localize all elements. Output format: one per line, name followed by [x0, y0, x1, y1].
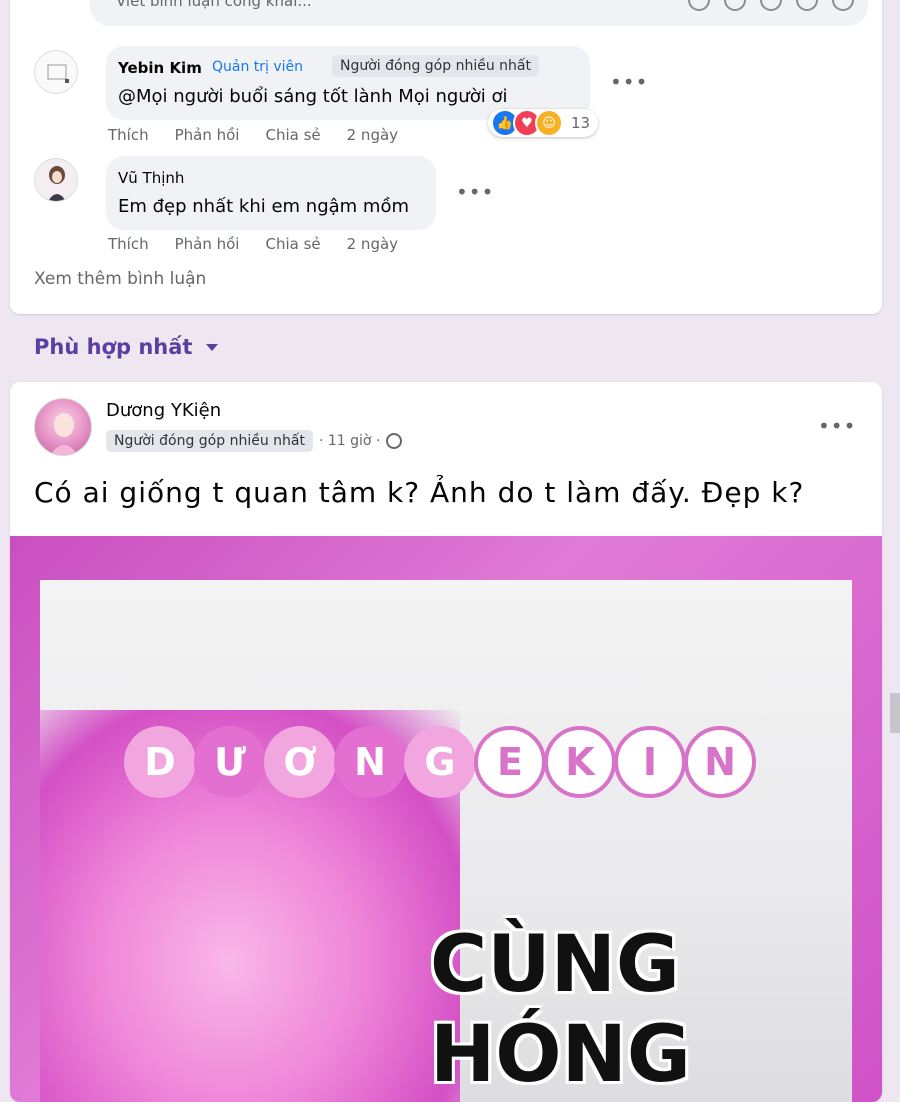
comment-text: Em đẹp nhất khi em ngậm mồm [118, 196, 409, 217]
post-meta: Người đóng góp nhiều nhất · 11 giờ · [106, 430, 403, 452]
title-letter: D [124, 726, 196, 798]
contributor-badge: Người đóng góp nhiều nhất [106, 430, 313, 452]
comment-composer[interactable]: Viết bình luận công khai... [90, 0, 868, 26]
image-big-title-line1: CÙNG [430, 920, 680, 1010]
composer-placeholder: Viết bình luận công khai... [116, 0, 312, 10]
reply-link[interactable]: Phản hồi [175, 126, 240, 144]
comment-time[interactable]: 2 ngày [347, 126, 398, 144]
image-panel: D Ư Ơ N G E K I N CÙNG HÓNG [40, 580, 852, 1102]
avatar-sticker-icon[interactable] [832, 0, 854, 11]
share-link[interactable]: Chia sẻ [265, 235, 320, 253]
admin-badge: Quản trị viên [212, 59, 304, 75]
contributor-badge: Người đóng góp nhiều nhất [332, 55, 539, 77]
title-letter: G [404, 726, 476, 798]
image-title-row: D Ư Ơ N G E K I N [124, 726, 756, 798]
reaction-count: 13 [571, 114, 591, 132]
gif-icon[interactable] [796, 0, 818, 11]
care-reaction-icon: ☺ [535, 109, 563, 137]
avatar[interactable] [34, 158, 78, 202]
comment-more-button[interactable]: ••• [456, 180, 494, 204]
share-link[interactable]: Chia sẻ [265, 126, 320, 144]
globe-icon [386, 433, 403, 449]
reply-link[interactable]: Phản hồi [175, 235, 240, 253]
sticker-icon[interactable] [688, 0, 710, 11]
title-letter: K [544, 726, 616, 798]
sort-label: Phù hợp nhất [34, 335, 193, 359]
comment-text: @Mọi người buổi sáng tốt lành Mọi người … [118, 86, 508, 107]
comment-actions: Thích Phản hồi Chia sẻ 2 ngày [108, 126, 398, 144]
reaction-summary[interactable]: 👍 ♥ ☺ 13 [488, 109, 598, 137]
post-image[interactable]: D Ư Ơ N G E K I N CÙNG HÓNG [10, 536, 882, 1102]
comments-card: Viết bình luận công khai... Yebin Kim Qu… [10, 0, 882, 314]
post-card: Dương YKiện Người đóng góp nhiều nhất · … [10, 382, 882, 1102]
comment-actions: Thích Phản hồi Chia sẻ 2 ngày [108, 235, 398, 253]
image-big-title-line2: HÓNG [430, 1010, 691, 1100]
title-letter: N [684, 726, 756, 798]
post-more-button[interactable]: ••• [818, 414, 856, 438]
comment-time[interactable]: 2 ngày [347, 235, 398, 253]
sort-dropdown[interactable]: Phù hợp nhất [34, 335, 219, 359]
composer-tools [688, 0, 854, 11]
comment-author[interactable]: Yebin Kim [118, 59, 202, 77]
comment-bubble: Vũ Thịnh Em đẹp nhất khi em ngậm mồm [106, 156, 436, 230]
title-letter: N [334, 726, 406, 798]
like-link[interactable]: Thích [108, 235, 149, 253]
post-text: Có ai giống t quan tâm k? Ảnh do t làm đ… [34, 476, 805, 509]
scrollbar-thumb[interactable] [890, 693, 900, 733]
emoji-icon[interactable] [724, 0, 746, 11]
avatar[interactable] [34, 50, 78, 94]
title-letter: Ơ [264, 726, 336, 798]
title-letter: Ư [194, 726, 266, 798]
camera-icon[interactable] [760, 0, 782, 11]
post-author[interactable]: Dương YKiện [106, 400, 221, 421]
like-link[interactable]: Thích [108, 126, 149, 144]
title-letter: I [614, 726, 686, 798]
image-big-title: CÙNG HÓNG [430, 920, 691, 1100]
see-more-comments-link[interactable]: Xem thêm bình luận [34, 269, 206, 289]
caret-down-icon [206, 343, 219, 351]
comment-author[interactable]: Vũ Thịnh [118, 169, 184, 187]
title-letter: E [474, 726, 546, 798]
comment-more-button[interactable]: ••• [610, 70, 648, 94]
avatar[interactable] [34, 398, 92, 456]
post-time[interactable]: · 11 giờ · [319, 433, 380, 449]
